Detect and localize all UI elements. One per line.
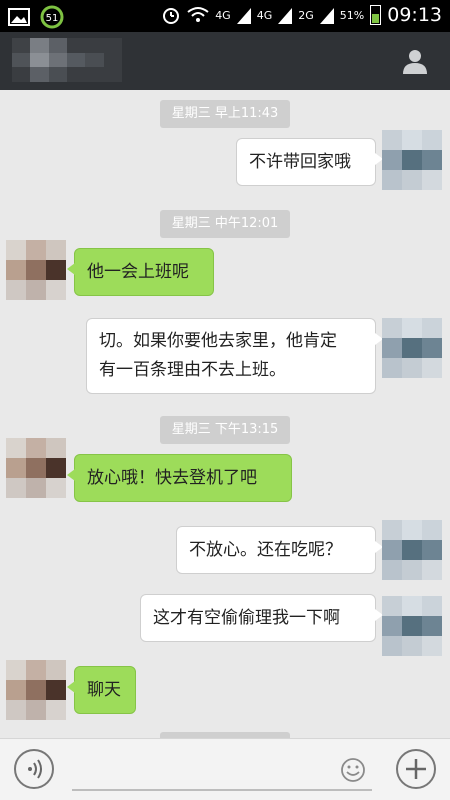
avatar-contact[interactable]	[6, 240, 66, 300]
avatar-self[interactable]	[382, 130, 442, 190]
voice-button[interactable]	[14, 749, 54, 789]
sync-badge-icon: 51	[40, 5, 64, 29]
message-text-line: 切。如果你要他去家里，他肯定	[99, 331, 337, 351]
input-bar	[0, 738, 450, 800]
avatar-contact[interactable]	[6, 438, 66, 498]
message-bubble-sent[interactable]: 这才有空偷偷理我一下啊	[140, 594, 383, 642]
timestamp: 星期三 早上11:43	[160, 100, 290, 128]
message-bubble-sent[interactable]: 切。如果你要他去家里，他肯定 有一百条理由不去上班。	[86, 318, 383, 394]
network-1-label: 4G	[215, 8, 231, 22]
avatar-self[interactable]	[382, 318, 442, 378]
wifi-icon	[187, 7, 209, 22]
plus-icon	[406, 759, 426, 779]
chat-header	[0, 32, 450, 90]
contact-name-blurred[interactable]	[12, 38, 122, 82]
message-input[interactable]	[72, 751, 372, 791]
avatar-self[interactable]	[382, 596, 442, 656]
person-icon[interactable]	[400, 46, 430, 76]
battery-icon	[370, 5, 382, 25]
status-bar-right: 4G 4G 2G 51% 09:13	[161, 4, 442, 26]
status-bar-left: 51	[8, 5, 64, 29]
avatar-self[interactable]	[382, 520, 442, 580]
message-bubble-received[interactable]: 聊天	[67, 666, 136, 714]
alarm-icon	[163, 8, 180, 24]
network-2-label: 4G	[256, 8, 273, 22]
message-bubble-received[interactable]: 他一会上班呢	[67, 248, 214, 296]
signal-4g-icon	[236, 8, 251, 24]
voice-icon	[28, 759, 42, 779]
signal-2g-icon	[319, 8, 334, 24]
image-icon	[8, 8, 30, 26]
network-3-label: 2G	[298, 8, 314, 22]
status-bar: 51 4G 4G 2G 51% 09:13	[0, 0, 450, 32]
chat-area[interactable]: 星期三 早上11:43 不许带回家哦 星期三 中午12:01 他一会上班呢 切。…	[0, 90, 450, 738]
timestamp: 星期三 中午12:01	[160, 210, 290, 238]
message-bubble-received[interactable]: 放心哦！快去登机了吧	[67, 454, 292, 502]
badge-number: 51	[46, 13, 59, 24]
message-bubble-sent[interactable]: 不放心。还在吃呢？	[176, 526, 383, 574]
emoji-icon[interactable]	[340, 757, 366, 783]
message-text: 不放心。还在吃呢？	[189, 540, 342, 560]
signal-4g-icon-2	[278, 8, 293, 24]
message-text: 聊天	[87, 680, 121, 700]
timestamp: 星期三 下午13:15	[160, 416, 290, 444]
message-bubble-sent[interactable]: 不许带回家哦	[236, 138, 383, 186]
avatar-contact[interactable]	[6, 660, 66, 720]
more-button[interactable]	[396, 749, 436, 789]
message-text: 不许带回家哦	[249, 152, 351, 172]
battery-percent: 51%	[339, 8, 365, 22]
message-text: 放心哦！快去登机了吧	[87, 468, 257, 488]
message-text: 这才有空偷偷理我一下啊	[153, 608, 340, 628]
status-time: 09:13	[387, 4, 442, 26]
message-text: 他一会上班呢	[87, 262, 189, 282]
message-text-line: 有一百条理由不去上班。	[99, 360, 286, 380]
